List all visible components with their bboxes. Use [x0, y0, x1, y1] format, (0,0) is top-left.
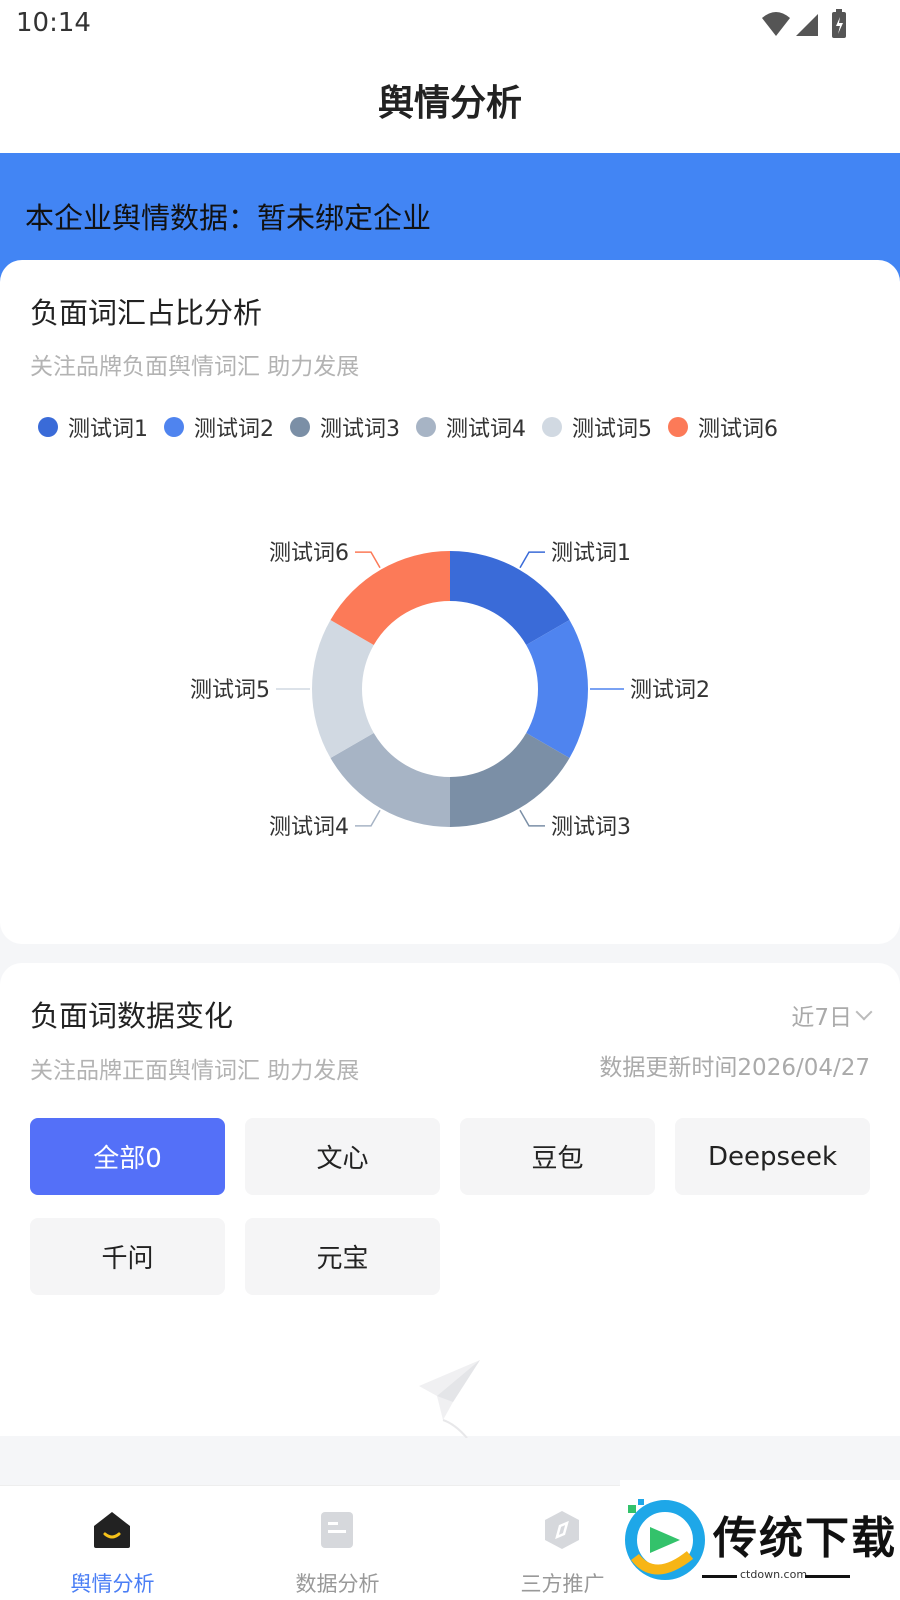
watermark-sub: ctdown.com	[740, 1568, 808, 1581]
filter-deepseek[interactable]: Deepseek	[675, 1118, 870, 1195]
status-bar: 10:14	[0, 0, 900, 50]
nav-label-data: 数据分析	[295, 1572, 380, 1596]
donut-leader-line	[355, 551, 381, 569]
range-selector[interactable]: 近7日	[791, 998, 873, 1032]
negative-trend-subtitle: 关注品牌正面舆情词汇 助力发展	[30, 1058, 360, 1084]
donut-slice[interactable]	[312, 620, 374, 758]
chevron-down-icon	[855, 1003, 873, 1021]
status-icons	[762, 9, 846, 38]
filter-doubao[interactable]: 豆包	[460, 1118, 655, 1195]
paper-plane-icon	[419, 1360, 480, 1438]
nav-label-sentiment: 舆情分析	[70, 1572, 155, 1596]
donut-slice-label: 测试词4	[269, 815, 349, 840]
document-icon	[321, 1512, 353, 1548]
negative-trend-title: 负面词数据变化	[30, 999, 234, 1033]
nav-item-data[interactable]: 数据分析	[225, 1486, 450, 1600]
banner-text: 本企业舆情数据：暂未绑定企业	[25, 201, 432, 235]
home-icon	[94, 1512, 130, 1548]
donut-slice-label: 测试词3	[551, 815, 631, 840]
donut-leader-line	[355, 809, 381, 827]
status-time: 10:14	[16, 8, 91, 38]
donut-slice-label: 测试词2	[630, 678, 710, 703]
donut-leader-line	[519, 809, 545, 827]
nav-item-sentiment[interactable]: 舆情分析	[0, 1486, 225, 1600]
compass-icon	[545, 1511, 579, 1549]
filter-all[interactable]: 全部0	[30, 1118, 225, 1195]
watermark-text: 传统下载	[713, 1513, 897, 1564]
donut-chart: 测试词1 测试词2 测试词3 测试词4 测试词5 测试词6	[190, 541, 710, 840]
range-label: 近7日	[791, 1005, 852, 1031]
donut-leader-line	[519, 551, 545, 569]
app-header: 舆情分析	[0, 50, 900, 153]
donut-slice[interactable]	[526, 620, 589, 758]
donut-slice-label: 测试词5	[190, 678, 270, 703]
signal-icon	[796, 14, 818, 36]
page-title: 舆情分析	[377, 83, 522, 124]
filter-yuanbao[interactable]: 元宝	[245, 1218, 440, 1295]
filter-qianwen[interactable]: 千问	[30, 1218, 225, 1295]
negative-ratio-card: 负面词汇占比分析 关注品牌负面舆情词汇 助力发展 测试词1 测试词2 测试词3 测试词…	[0, 260, 900, 944]
watermark-line-left	[702, 1575, 737, 1578]
update-time: 数据更新时间2026/04/27	[599, 1055, 870, 1081]
donut-slice-label: 测试词1	[551, 541, 631, 566]
watermark-line-right	[805, 1575, 850, 1578]
donut-slice-label: 测试词6	[269, 541, 349, 566]
filter-wenxin[interactable]: 文心	[245, 1118, 440, 1195]
watermark: 传统下载 ctdown.com	[620, 1480, 900, 1600]
wifi-icon	[762, 12, 790, 36]
negative-trend-card: 负面词数据变化 关注品牌正面舆情词汇 助力发展 近7日 数据更新时间2026/0…	[0, 963, 900, 1438]
watermark-logo-icon	[625, 1499, 705, 1580]
